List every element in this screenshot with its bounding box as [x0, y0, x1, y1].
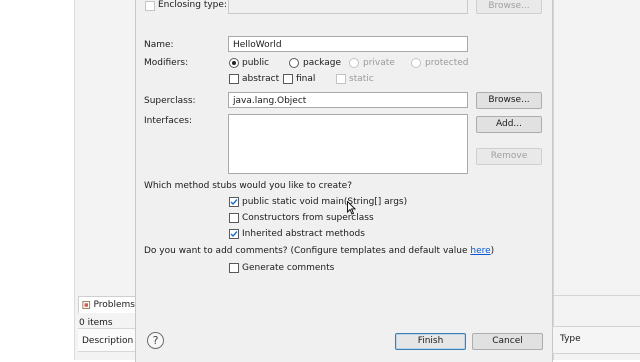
generate-comments-label: Generate comments — [242, 263, 335, 273]
ide-right-panel — [553, 0, 640, 360]
package-radio-label: package — [303, 58, 341, 68]
cancel-button[interactable]: Cancel — [472, 333, 543, 350]
panel-divider — [553, 0, 554, 360]
comments-question: Do you want to add comments? (Configure … — [144, 246, 494, 256]
problems-icon — [82, 301, 91, 309]
method-stubs-question: Which method stubs would you like to cre… — [144, 181, 352, 191]
protected-radio[interactable] — [411, 58, 421, 68]
enclosing-type-checkbox[interactable] — [145, 1, 155, 11]
help-icon[interactable]: ? — [147, 332, 164, 349]
type-column-header[interactable]: Type — [560, 334, 581, 344]
remove-interface-button[interactable]: Remove — [476, 148, 542, 165]
name-field[interactable]: HelloWorld — [228, 36, 468, 52]
private-radio[interactable] — [349, 58, 359, 68]
panel-divider-horizontal — [553, 295, 640, 296]
inherited-methods-label: Inherited abstract methods — [242, 229, 365, 239]
package-radio[interactable] — [289, 58, 299, 68]
enclosing-type-field[interactable] — [228, 0, 468, 14]
private-radio-label: private — [363, 58, 395, 68]
add-interface-button[interactable]: Add... — [476, 116, 542, 133]
check-icon — [230, 199, 238, 206]
browse-enclosing-button[interactable]: Browse... — [476, 0, 542, 14]
configure-templates-link[interactable]: here — [470, 246, 490, 256]
static-checkbox[interactable] — [336, 74, 346, 84]
modifiers-label: Modifiers: — [144, 58, 189, 68]
description-column-header[interactable]: Description — [78, 328, 136, 352]
interfaces-list[interactable] — [228, 114, 468, 174]
abstract-checkbox-label: abstract — [242, 74, 280, 84]
enclosing-type-label: Enclosing type: — [158, 0, 227, 10]
superclass-field[interactable]: java.lang.Object — [228, 92, 468, 108]
final-checkbox-label: final — [296, 74, 316, 84]
comments-question-suffix: ) — [490, 246, 495, 256]
problems-tab[interactable]: Problems — [78, 296, 136, 313]
main-method-checkbox[interactable] — [229, 197, 239, 207]
problems-tab-label: Problems — [93, 300, 135, 310]
comments-question-text: Do you want to add comments? (Configure … — [144, 246, 471, 256]
main-method-label: public static void main(String[] args) — [242, 197, 408, 207]
new-java-class-dialog: Enclosing type: Browse... Name: HelloWor… — [135, 0, 553, 362]
inherited-methods-checkbox[interactable] — [229, 229, 239, 239]
superclass-label: Superclass: — [144, 96, 196, 106]
name-label: Name: — [144, 40, 174, 50]
public-radio[interactable] — [229, 58, 239, 68]
finish-button[interactable]: Finish — [395, 333, 466, 350]
ide-editor-area — [0, 0, 74, 360]
constructors-checkbox[interactable] — [229, 213, 239, 223]
final-checkbox[interactable] — [283, 74, 293, 84]
radio-selected-dot — [232, 61, 236, 65]
abstract-checkbox[interactable] — [229, 74, 239, 84]
static-checkbox-label: static — [349, 74, 374, 84]
protected-radio-label: protected — [425, 58, 469, 68]
check-icon — [230, 231, 238, 238]
generate-comments-checkbox[interactable] — [229, 263, 239, 273]
public-radio-label: public — [242, 58, 270, 68]
items-count: 0 items — [79, 318, 113, 328]
mouse-cursor-icon — [347, 201, 356, 215]
browse-superclass-button[interactable]: Browse... — [476, 92, 542, 109]
interfaces-label: Interfaces: — [144, 116, 193, 126]
